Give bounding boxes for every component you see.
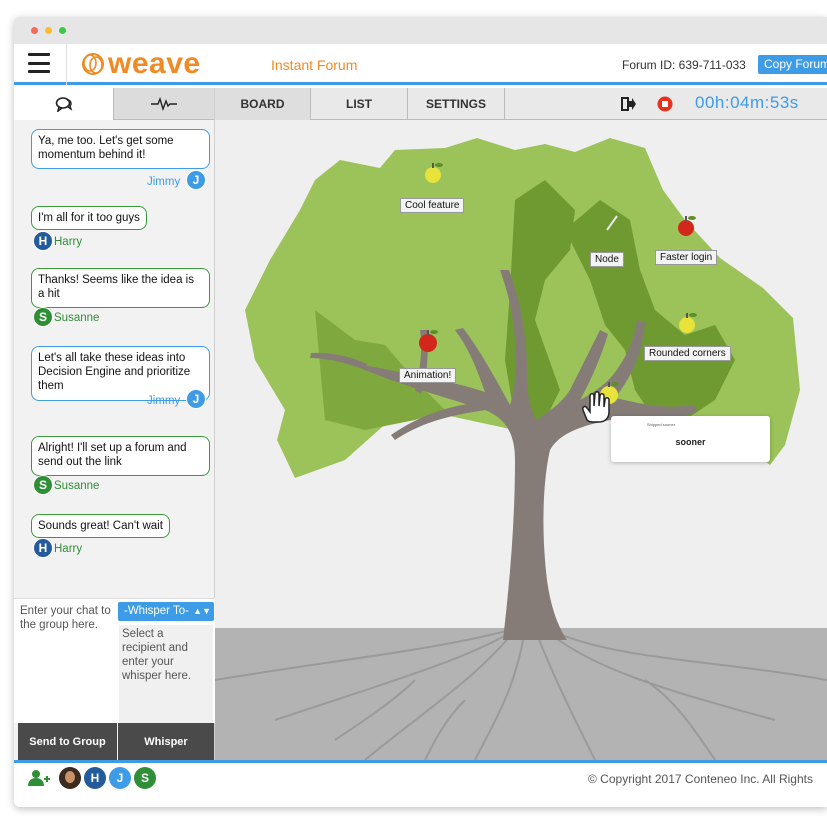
logo-text: weave bbox=[108, 47, 201, 80]
whisper-input[interactable]: Select a recipient and enter your whispe… bbox=[119, 625, 213, 724]
participant-avatar[interactable]: J bbox=[109, 767, 131, 789]
add-user-icon[interactable] bbox=[28, 769, 50, 787]
participant-avatar[interactable]: S bbox=[134, 767, 156, 789]
weave-logo-icon bbox=[82, 53, 104, 75]
avatar: H bbox=[33, 538, 53, 558]
message-username: Jimmy bbox=[147, 395, 181, 407]
send-to-group-button[interactable]: Send to Group bbox=[18, 723, 117, 760]
user-photo-icon bbox=[59, 767, 81, 789]
message-username: Harry bbox=[54, 543, 83, 555]
weave-logo: weave bbox=[80, 47, 201, 81]
tab-chat[interactable] bbox=[14, 88, 114, 120]
sidebar-tabs bbox=[14, 88, 215, 120]
app-window: weave Instant Forum Forum ID: 639-711-03… bbox=[14, 17, 827, 807]
message-username: Jimmy bbox=[147, 176, 181, 188]
group-chat-input[interactable]: Enter your chat to the group here. bbox=[20, 604, 112, 632]
chat-bubbles-icon bbox=[55, 97, 72, 112]
message-username: Susanne bbox=[54, 312, 100, 324]
exit-icon[interactable] bbox=[621, 97, 637, 111]
chat-messages: Ya, me too. Let's get some momentum behi… bbox=[14, 120, 215, 600]
chat-message: I'm all for it too guys bbox=[31, 206, 147, 230]
avatar: J bbox=[186, 170, 206, 190]
tree-board[interactable]: Cool feature Node Faster login Rounded c… bbox=[215, 120, 827, 760]
avatar-photo[interactable] bbox=[59, 767, 81, 789]
chat-sidebar: Ya, me too. Let's get some momentum behi… bbox=[14, 88, 215, 760]
chat-message: Let's all take these ideas into Decision… bbox=[31, 346, 210, 401]
idea-label[interactable]: Rounded corners bbox=[644, 346, 731, 361]
idea-label[interactable]: Node bbox=[590, 252, 624, 267]
compose-area: Enter your chat to the group here. -Whis… bbox=[14, 598, 215, 724]
card-text: sooner bbox=[675, 437, 706, 447]
card-caption: Shipped sooner bbox=[647, 422, 676, 427]
chat-message: Sounds great! Can't wait bbox=[31, 514, 170, 538]
idea-label[interactable]: Animation! bbox=[399, 368, 457, 383]
idea-card[interactable]: Shipped sooner sooner bbox=[611, 416, 770, 462]
avatar: H bbox=[33, 231, 53, 251]
idea-label[interactable]: Faster login bbox=[655, 250, 718, 265]
tab-activity[interactable] bbox=[114, 88, 214, 120]
stop-recording-icon[interactable] bbox=[657, 96, 673, 112]
participant-avatar[interactable]: H bbox=[84, 767, 106, 789]
avatar: S bbox=[33, 475, 53, 495]
close-window-icon[interactable] bbox=[31, 27, 38, 34]
chat-message: Alright! I'll set up a forum and send ou… bbox=[31, 436, 210, 476]
session-timer: 00h:04m:53s bbox=[695, 93, 799, 112]
header-divider bbox=[66, 44, 67, 85]
minimize-window-icon[interactable] bbox=[45, 27, 52, 34]
select-arrows-icon: ▲▼ bbox=[193, 606, 211, 616]
chat-message: Thanks! Seems like the idea is a hit bbox=[31, 268, 210, 308]
app-header: weave Instant Forum Forum ID: 639-711-03… bbox=[14, 44, 827, 85]
activity-icon bbox=[151, 96, 177, 111]
whisper-select-label: -Whisper To- bbox=[124, 605, 189, 617]
app-name: Instant Forum bbox=[271, 57, 358, 73]
tab-list[interactable]: LIST bbox=[311, 88, 408, 120]
whisper-to-select[interactable]: -Whisper To- ▲▼ bbox=[118, 602, 214, 621]
avatar: S bbox=[33, 307, 53, 327]
avatar: J bbox=[186, 389, 206, 409]
whisper-button[interactable]: Whisper bbox=[118, 723, 214, 760]
hamburger-menu-icon[interactable] bbox=[28, 53, 50, 73]
tab-board[interactable]: BOARD bbox=[215, 88, 311, 120]
idea-label[interactable]: Cool feature bbox=[400, 198, 465, 213]
copy-forum-button[interactable]: Copy Forum bbox=[758, 55, 827, 74]
copyright-text: © Copyright 2017 Conteneo Inc. All Right… bbox=[588, 772, 813, 786]
board-toolbar: BOARD LIST SETTINGS 00h:04m:53s bbox=[215, 88, 827, 120]
forum-id: Forum ID: 639-711-033 bbox=[622, 58, 746, 72]
message-username: Susanne bbox=[54, 480, 100, 492]
tab-settings[interactable]: SETTINGS bbox=[408, 88, 505, 120]
message-username: Harry bbox=[54, 236, 83, 248]
chat-message: Ya, me too. Let's get some momentum behi… bbox=[31, 129, 210, 169]
app-footer: H J S © Copyright 2017 Conteneo Inc. All… bbox=[14, 760, 827, 792]
title-bar bbox=[14, 17, 827, 44]
maximize-window-icon[interactable] bbox=[59, 27, 66, 34]
